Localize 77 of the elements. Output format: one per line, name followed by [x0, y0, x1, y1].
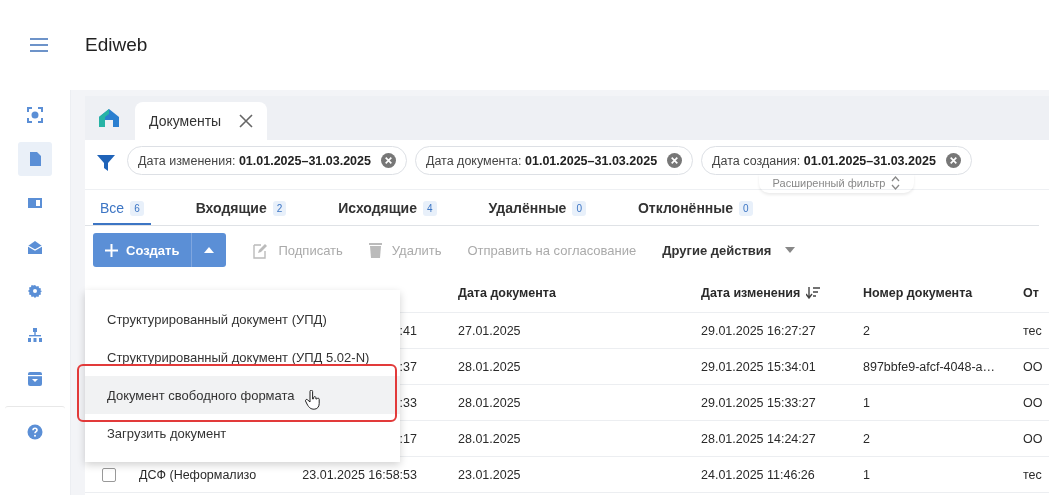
card-icon [27, 195, 43, 211]
column-header[interactable]: Дата изменения [691, 286, 853, 300]
menu-icon[interactable] [29, 38, 48, 52]
table-cell: 27.01.2025 [458, 323, 521, 338]
table-cell: 2 [863, 431, 870, 446]
table-cell: 24.01.2025 11:46:26 [701, 467, 815, 482]
trash-icon [368, 242, 382, 258]
table-cell: ОО [1023, 431, 1043, 446]
scan-icon [27, 107, 43, 123]
hand-cursor-icon [304, 390, 321, 410]
table-cell: ДСФ (Неформализо [139, 467, 257, 482]
edit-icon [252, 241, 269, 259]
table-cell: 28.01.2025 [458, 431, 521, 446]
hierarchy-icon [27, 327, 43, 343]
caret-icon [204, 247, 215, 253]
table-cell: 1 [863, 467, 870, 482]
help-icon [27, 424, 43, 440]
create-menu-toggle[interactable] [191, 233, 227, 267]
count-badge: 2 [272, 200, 287, 216]
home-icon[interactable] [99, 109, 119, 127]
table-cell: 28.01.2025 [458, 395, 521, 410]
document-tab[interactable]: Документы [135, 102, 268, 140]
table-cell: 29.01.2025 15:34:01 [701, 359, 816, 374]
table-cell: ОО [1023, 395, 1043, 410]
settings-icon [27, 283, 43, 299]
app-title: Ediweb [85, 34, 148, 56]
filter-chip-label: Дата изменения: 01.01.2025–31.03.2025 [138, 153, 371, 168]
clear-icon[interactable] [945, 153, 961, 168]
clear-icon[interactable] [667, 153, 683, 168]
table-cell: :37 [399, 359, 417, 374]
count-badge: 0 [572, 200, 586, 216]
status-tab[interactable]: Все 6 [93, 200, 151, 225]
advanced-filter-toggle[interactable]: Расширенный фильтр [758, 174, 915, 193]
table-cell: 897bbfe9-afcf-4048-a… [863, 359, 996, 374]
table-cell: :17 [399, 431, 417, 446]
table-cell: 23.01.2025 [458, 467, 521, 482]
status-tab[interactable]: Исходящие 4 [331, 200, 444, 225]
menu-item[interactable]: Структурированный документ (УПД) [85, 300, 400, 338]
status-tab[interactable]: Удалённые 0 [481, 200, 593, 225]
count-badge: 6 [130, 200, 144, 216]
sidebar-item[interactable] [18, 142, 52, 176]
archive-icon [27, 371, 43, 387]
table-cell: 1 [863, 395, 870, 410]
status-tab[interactable]: Входящие 2 [188, 200, 294, 225]
document-icon [27, 151, 43, 167]
filter-chip-label: Дата создания: 01.01.2025–31.03.2025 [712, 153, 936, 168]
menu-item[interactable]: Структурированный документ (УПД 5.02-N) [85, 338, 400, 376]
filter-chip-label: Дата документа: 01.01.2025–31.03.2025 [425, 153, 658, 168]
table-cell: 29.01.2025 15:33:27 [701, 395, 816, 410]
count-badge: 0 [739, 200, 753, 216]
caret-icon [785, 247, 796, 253]
table-cell: 29.01.2025 16:27:27 [701, 323, 816, 338]
table-cell: 28.01.2025 [458, 359, 521, 374]
menu-item[interactable]: Загрузить документ [85, 414, 400, 452]
clear-icon[interactable] [380, 153, 396, 168]
menu-item[interactable]: Документ свободного формата [85, 376, 400, 414]
column-header[interactable]: Номер документа [853, 286, 1013, 300]
table-cell: 23.01.2025 16:58:53 [302, 467, 417, 482]
table-cell: 28.01.2025 14:24:27 [701, 431, 816, 446]
more-actions-button[interactable]: Другие действия [662, 242, 796, 258]
envelope-icon [27, 239, 43, 255]
close-icon[interactable] [239, 114, 254, 128]
table-cell: 2 [863, 323, 870, 338]
table-cell: :33 [399, 395, 417, 410]
column-header[interactable]: Дата документа [448, 286, 691, 300]
plus-icon [105, 243, 118, 257]
table-cell: тес [1023, 323, 1042, 338]
row-checkbox[interactable] [102, 467, 116, 482]
table-cell: ОО [1023, 359, 1043, 374]
sort-icon[interactable] [806, 287, 821, 299]
count-badge: 4 [423, 200, 437, 216]
column-header[interactable]: От [1013, 286, 1049, 300]
status-tab[interactable]: Отклонённые 0 [630, 200, 760, 225]
expand-icon [891, 176, 901, 190]
filter-icon[interactable] [97, 154, 115, 172]
table-cell: тес [1023, 467, 1042, 482]
table-cell: :41 [399, 323, 417, 338]
